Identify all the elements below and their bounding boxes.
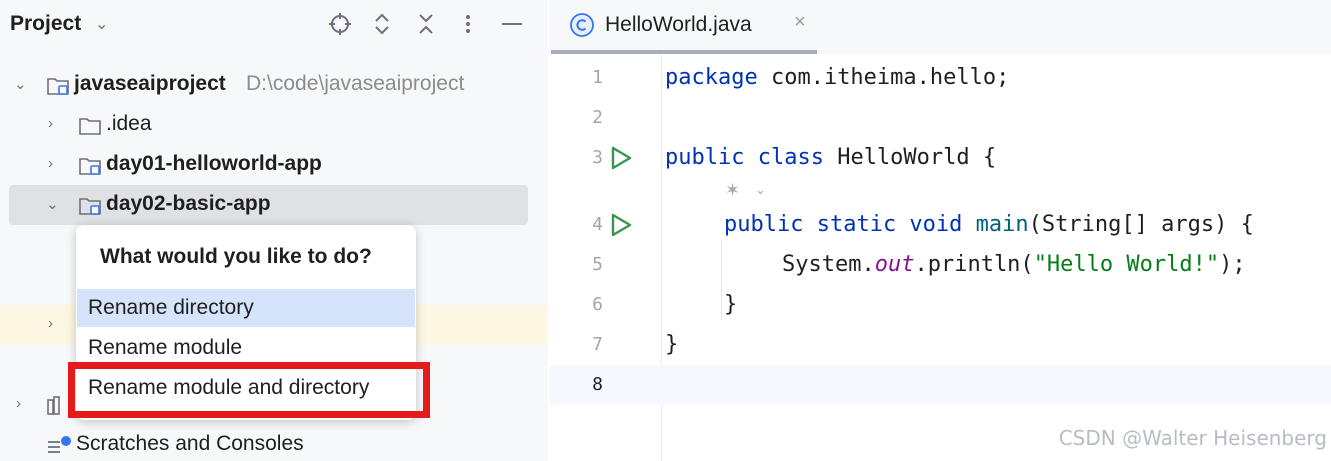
chevron-down-icon[interactable]: ⌄: [95, 14, 108, 34]
run-icon[interactable]: [609, 212, 633, 238]
watermark: CSDN @Walter Heisenberg: [1058, 426, 1327, 450]
line-number: 7: [592, 334, 603, 355]
code-line[interactable]: 7 }: [549, 325, 1331, 365]
more-options-icon[interactable]: [454, 10, 482, 38]
tree-node-day02[interactable]: ⌄ day02-basic-app: [0, 185, 548, 225]
line-number: 4: [592, 214, 603, 235]
expand-all-icon[interactable]: [368, 10, 396, 38]
chevron-down-icon[interactable]: ⌄: [14, 75, 27, 93]
editor-tab-bar: HelloWorld.java ×: [549, 0, 1331, 54]
line-number: 2: [592, 107, 603, 128]
module-folder-icon: [46, 74, 70, 96]
project-panel-title[interactable]: Project: [10, 12, 81, 36]
project-panel: Project ⌄ ⌄ javaseaiproject D:\code\java…: [0, 0, 548, 461]
module-folder-icon: [78, 194, 102, 216]
chevron-right-icon[interactable]: ›: [16, 395, 21, 412]
module-folder-icon: [78, 154, 102, 176]
code-text: package com.itheima.hello;: [665, 65, 1010, 90]
code-text: public static void main(String[] args) {: [724, 212, 1254, 237]
day01-module-label: day01-helloworld-app: [106, 152, 322, 175]
tree-node-root[interactable]: ⌄ javaseaiproject D:\code\javaseaiprojec…: [0, 65, 548, 105]
run-icon[interactable]: [609, 145, 633, 171]
chevron-right-icon[interactable]: ›: [48, 155, 53, 172]
tab-helloworld-java[interactable]: HelloWorld.java ×: [565, 0, 817, 54]
minimize-icon[interactable]: [498, 10, 526, 38]
idea-folder-label: .idea: [106, 112, 152, 135]
project-panel-header: Project ⌄: [0, 0, 548, 48]
collapse-all-icon[interactable]: [412, 10, 440, 38]
code-text: public class HelloWorld {: [665, 145, 997, 170]
rename-directory-option[interactable]: Rename directory: [77, 289, 415, 327]
code-line[interactable]: 1 package com.itheima.hello;: [549, 58, 1331, 98]
chevron-down-icon[interactable]: ⌄: [46, 195, 59, 213]
tree-node-day01[interactable]: › day01-helloworld-app: [0, 145, 548, 185]
scratches-label: Scratches and Consoles: [76, 432, 304, 455]
close-icon[interactable]: ×: [794, 11, 806, 34]
code-line[interactable]: 4 public static void main(String[] args)…: [549, 205, 1331, 245]
folder-icon: [78, 114, 102, 136]
tree-node-idea[interactable]: › .idea: [0, 105, 548, 145]
chevron-right-icon[interactable]: ›: [48, 115, 53, 132]
scratches-icon: [46, 434, 71, 456]
chevron-down-icon[interactable]: ⌄: [755, 182, 766, 198]
library-icon: [46, 394, 70, 416]
java-class-icon: [569, 12, 595, 38]
code-line[interactable]: 6 }: [549, 285, 1331, 325]
code-line[interactable]: 2: [549, 98, 1331, 138]
tab-label: HelloWorld.java: [605, 13, 752, 36]
tree-node-scratches[interactable]: Scratches and Consoles: [0, 425, 548, 461]
active-tab-indicator: [551, 50, 817, 54]
root-project-path: D:\code\javaseaiproject: [246, 72, 465, 95]
highlight-annotation-box: [68, 362, 430, 418]
line-number: 3: [592, 147, 603, 168]
line-number: 8: [592, 374, 603, 395]
line-number: 1: [592, 67, 603, 88]
day02-module-label: day02-basic-app: [106, 192, 271, 215]
line-number: 6: [592, 294, 603, 315]
code-line-current[interactable]: 8: [549, 365, 1331, 405]
chevron-right-icon[interactable]: ›: [48, 315, 53, 332]
code-vision-hint-icon[interactable]: ✶: [725, 180, 740, 201]
root-project-name: javaseaiproject: [74, 72, 226, 95]
code-text: System.out.println("Hello World!");: [782, 252, 1246, 277]
code-line[interactable]: 3 public class HelloWorld {: [549, 138, 1331, 178]
popup-title: What would you like to do?: [100, 245, 372, 268]
line-number: 5: [592, 254, 603, 275]
code-text: }: [665, 332, 679, 357]
code-line[interactable]: 5 System.out.println("Hello World!");: [549, 245, 1331, 285]
code-editor: HelloWorld.java × 1 package com.itheima.…: [549, 0, 1331, 461]
code-text: }: [724, 292, 738, 317]
locate-icon[interactable]: [326, 10, 354, 38]
